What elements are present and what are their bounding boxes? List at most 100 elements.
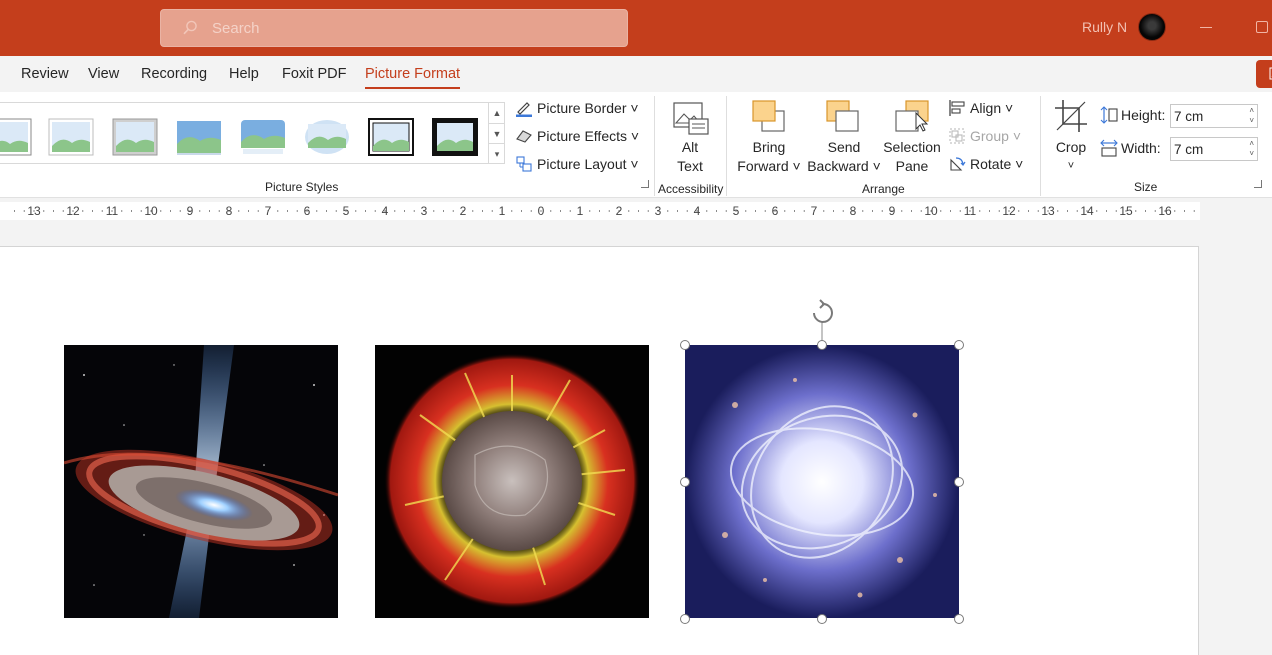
minimize-button[interactable]	[1200, 18, 1214, 32]
alt-text-icon	[673, 102, 709, 135]
ruler-label: 11	[105, 204, 119, 218]
send-backward-button[interactable]: Send Backward ˅	[806, 138, 882, 176]
picture-border-button[interactable]: Picture Border ˅	[537, 100, 639, 116]
resize-handle-top-left[interactable]	[680, 340, 690, 350]
width-spinner[interactable]: ˄ ˅	[1249, 139, 1254, 159]
picture-effects-button[interactable]: Picture Effects ˅	[537, 128, 639, 144]
ruler-label: 10	[144, 204, 158, 218]
arrange-group-label: Arrange	[862, 182, 905, 196]
picture-style-thumbnail[interactable]	[368, 118, 414, 156]
width-label: Width:	[1121, 140, 1161, 156]
accessibility-group-label: Accessibility	[658, 182, 724, 196]
height-spinner[interactable]: ˄ ˅	[1249, 106, 1254, 126]
resize-handle-bottom-right[interactable]	[954, 614, 964, 624]
ruler-label: 8	[849, 204, 857, 218]
picture-border-icon	[516, 102, 532, 117]
chevron-down-icon: ˅	[1012, 128, 1021, 144]
share-button[interactable]	[1256, 60, 1272, 88]
height-label: Height:	[1121, 107, 1166, 123]
gallery-scroll-down-button[interactable]: ▼	[489, 123, 505, 143]
chevron-down-icon: ˅	[1015, 156, 1024, 172]
ruler-label: 3	[654, 204, 662, 218]
picture-style-thumbnail[interactable]	[432, 118, 478, 156]
picture-effects-icon	[516, 130, 532, 143]
rotate-handle[interactable]	[800, 299, 844, 345]
ruler-label: 8	[225, 204, 233, 218]
user-name[interactable]: Rully N	[1082, 19, 1127, 35]
ruler-label: 3	[420, 204, 428, 218]
picture-effects-label: Picture Effects	[537, 128, 628, 144]
picture-layout-button[interactable]: Picture Layout ˅	[537, 156, 639, 172]
picture-styles-gallery: ▲ ▼ ▾	[0, 102, 505, 164]
group-button[interactable]: Group ˅	[970, 128, 1021, 144]
resize-handle-right[interactable]	[954, 477, 964, 487]
crop-label: Crop	[1055, 139, 1087, 155]
align-label: Align	[970, 100, 1002, 116]
rotate-button[interactable]: Rotate ˅	[970, 156, 1023, 172]
gallery-scroll: ▲ ▼ ▾	[488, 103, 505, 163]
size-group-label: Size	[1134, 180, 1158, 194]
ruler-label: 13	[1041, 204, 1055, 218]
chevron-down-icon: ˅	[630, 128, 640, 144]
picture-styles-launcher-icon[interactable]	[641, 180, 649, 188]
restore-button[interactable]	[1256, 21, 1268, 33]
alt-text-label-line1: Alt	[681, 139, 699, 155]
ribbon-tabs: Review View Recording Help Foxit PDF Pic…	[0, 56, 1272, 92]
tab-review[interactable]: Review	[21, 66, 69, 82]
tab-help[interactable]: Help	[229, 66, 259, 82]
glowing-galaxy-picture[interactable]	[685, 345, 959, 618]
tab-recording[interactable]: Recording	[141, 66, 207, 82]
resize-handle-bottom-left[interactable]	[680, 614, 690, 624]
picture-layout-label: Picture Layout	[537, 156, 627, 172]
share-icon	[1269, 67, 1272, 80]
chevron-down-icon: ˅	[1005, 100, 1014, 116]
supernova-burst-picture[interactable]	[375, 345, 649, 618]
crop-button[interactable]: Crop ˅	[1046, 138, 1096, 176]
gallery-scroll-up-button[interactable]: ▲	[489, 103, 505, 123]
picture-style-thumbnail[interactable]	[0, 118, 32, 156]
resize-handle-top[interactable]	[817, 340, 827, 350]
resize-handle-left[interactable]	[680, 477, 690, 487]
tab-picture-format[interactable]: Picture Format	[365, 66, 461, 89]
group-divider	[726, 96, 727, 196]
search-box[interactable]: Search	[160, 9, 628, 47]
shape-width-icon	[1100, 139, 1118, 157]
avatar[interactable]	[1138, 13, 1166, 41]
alt-text-button[interactable]: Alt Text	[662, 138, 718, 176]
rotate-label: Rotate	[970, 156, 1012, 172]
bring-forward-button[interactable]: Bring Forward ˅	[734, 138, 804, 176]
picture-style-thumbnail[interactable]	[304, 118, 350, 156]
ruler-label: 7	[264, 204, 272, 218]
send-backward-label-line2: Backward	[807, 158, 869, 174]
bring-forward-label-line1: Bring	[752, 139, 786, 155]
picture-style-thumbnail[interactable]	[240, 118, 286, 156]
align-button[interactable]: Align ˅	[970, 100, 1013, 116]
gallery-more-button[interactable]: ▾	[489, 143, 505, 163]
search-icon	[183, 20, 197, 35]
rotate-icon	[950, 157, 966, 171]
alt-text-label-line2: Text	[677, 158, 703, 174]
black-hole-jet-picture[interactable]	[64, 345, 338, 618]
selection-pane-button[interactable]: Selection Pane	[880, 138, 944, 176]
ruler-label: 1	[498, 204, 506, 218]
picture-layout-icon	[516, 156, 532, 172]
picture-styles-group-label: Picture Styles	[265, 180, 339, 194]
resize-handle-bottom[interactable]	[817, 614, 827, 624]
title-bar: Search Rully N	[0, 0, 1272, 56]
size-launcher-icon[interactable]	[1254, 180, 1262, 188]
ruler-label: 16	[1158, 204, 1172, 218]
selection-pane-label-line2: Pane	[895, 158, 929, 174]
picture-style-thumbnail[interactable]	[176, 118, 222, 156]
resize-handle-top-right[interactable]	[954, 340, 964, 350]
group-divider	[654, 96, 655, 196]
height-input[interactable]: 7 cm ˄ ˅	[1170, 104, 1258, 128]
ruler-label: 9	[888, 204, 896, 218]
picture-style-thumbnail[interactable]	[112, 118, 158, 156]
tab-view[interactable]: View	[88, 66, 119, 82]
picture-style-thumbnail[interactable]	[48, 118, 94, 156]
slide-canvas[interactable]	[0, 246, 1199, 655]
height-value: 7 cm	[1174, 109, 1204, 124]
group-label: Group	[970, 128, 1009, 144]
width-input[interactable]: 7 cm ˄ ˅	[1170, 137, 1258, 161]
tab-foxit-pdf[interactable]: Foxit PDF	[282, 66, 346, 82]
